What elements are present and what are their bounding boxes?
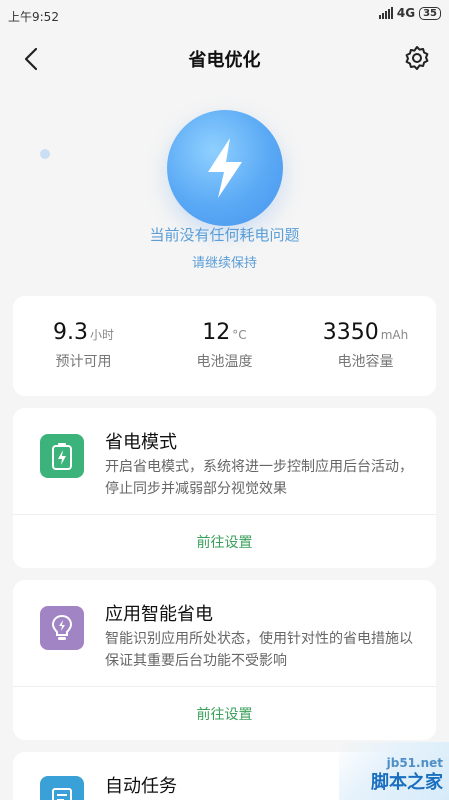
stat-unit: 小时 [89, 328, 114, 342]
status-time: 上午9:52 [8, 10, 59, 24]
signal-icon [378, 7, 393, 19]
network-type: 4G [396, 6, 416, 20]
stat-label: 电池容量 [337, 354, 394, 370]
feature-title: 应用智能省电 [105, 604, 213, 625]
stat-unit: °C [232, 328, 247, 342]
app-smart-saving-card: 应用智能省电 智能识别应用所处状态，使用针对性的省电措施以保证其重要后台功能不受… [13, 580, 436, 740]
battery-status-badge [167, 110, 283, 226]
battery-stats-card: 9.3 小时 预计可用 12 °C 电池温度 3350 mAh 电池容量 [13, 296, 436, 396]
go-to-settings-link[interactable]: 前往设置 [13, 704, 436, 724]
watermark-name: 脚本之家 [371, 772, 443, 793]
stat-battery-temperature: 12 °C 电池温度 [154, 320, 295, 371]
feature-description: 智能识别应用所处状态，使用针对性的省电措施以保证其重要后台功能不受影响 [105, 631, 413, 669]
lightning-icon [208, 138, 242, 198]
divider [13, 686, 436, 687]
stat-estimated-time: 9.3 小时 预计可用 [13, 320, 154, 371]
status-bar: 上午9:52 4G 35 [0, 0, 449, 30]
task-list-icon [40, 776, 84, 800]
stat-value: 3350 [322, 320, 379, 345]
lightbulb-icon [40, 606, 84, 650]
status-submessage: 请继续保持 [191, 256, 257, 271]
page-title: 省电优化 [188, 50, 261, 71]
stat-value: 12 [202, 320, 231, 345]
feature-title: 省电模式 [105, 432, 177, 453]
stat-label: 预计可用 [55, 354, 112, 370]
settings-button[interactable] [401, 42, 433, 74]
status-message: 当前没有任何耗电问题 [149, 226, 300, 244]
battery-icon: 35 [419, 6, 441, 20]
decorative-dot [40, 149, 50, 159]
battery-charge-icon [40, 434, 84, 478]
feature-title: 自动任务 [105, 776, 177, 797]
power-saving-mode-card: 省电模式 开启省电模式，系统将进一步控制应用后台活动，停止同步并减弱部分视觉效果… [13, 408, 436, 568]
stat-unit: mAh [380, 328, 409, 342]
status-indicators: 4G 35 [378, 6, 441, 20]
app-header: 省电优化 [0, 38, 449, 78]
watermark: jb51.net 脚本之家 [339, 742, 449, 800]
stat-label: 电池温度 [196, 354, 253, 370]
divider [13, 514, 436, 515]
stat-value: 9.3 [52, 320, 88, 345]
feature-description: 开启省电模式，系统将进一步控制应用后台活动，停止同步并减弱部分视觉效果 [105, 459, 413, 497]
go-to-settings-link[interactable]: 前往设置 [13, 532, 436, 552]
gear-icon [405, 46, 429, 70]
stat-battery-capacity: 3350 mAh 电池容量 [295, 320, 436, 371]
